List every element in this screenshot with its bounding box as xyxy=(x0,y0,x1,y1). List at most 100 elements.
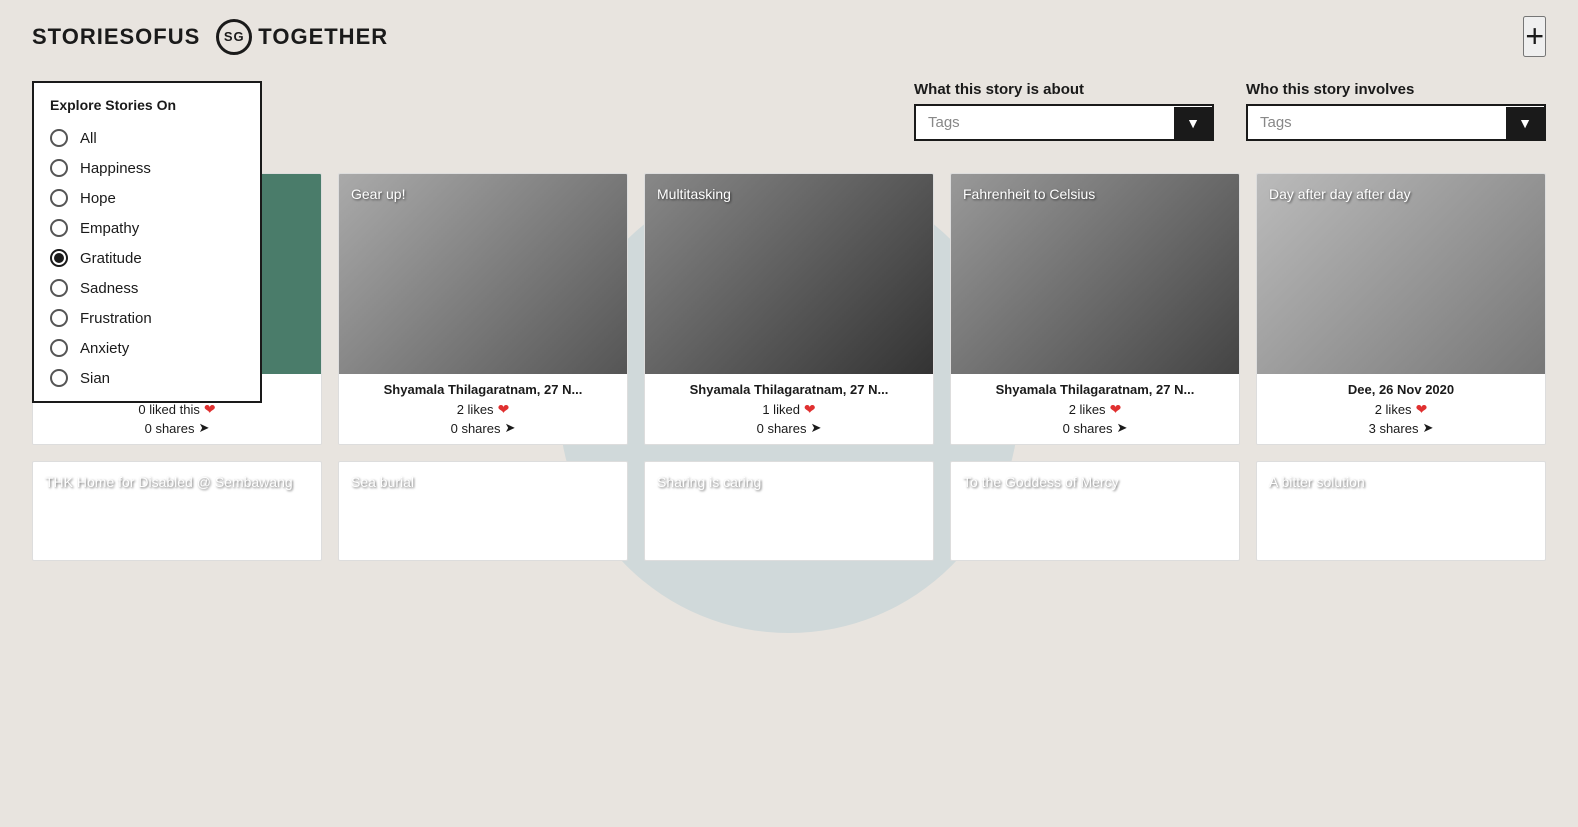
story-card-image-2: Multitasking xyxy=(645,174,933,374)
story-stats-0: 0 liked this ❤ 0 shares ➤ xyxy=(43,401,311,436)
dropdown-header: Explore Stories On xyxy=(34,91,260,123)
heart-icon-1: ❤ xyxy=(498,401,510,418)
shares-count-1: 0 shares xyxy=(451,421,501,436)
radio-label-sadness: Sadness xyxy=(80,280,138,297)
radio-circle-anxiety xyxy=(50,339,68,357)
filters-row: Explore Stories On Emotion ▲ Explore Sto… xyxy=(0,73,1578,157)
share-icon-1: ➤ xyxy=(504,420,515,436)
radio-circle-hope xyxy=(50,189,68,207)
story-card-image-4: Day after day after day xyxy=(1257,174,1545,374)
heart-icon-4: ❤ xyxy=(1416,401,1428,418)
heart-icon-0: ❤ xyxy=(204,401,216,418)
story-card-2[interactable]: Multitasking Shyamala Thilagaratnam, 27 N… xyxy=(644,173,934,445)
shares-count-4: 3 shares xyxy=(1369,421,1419,436)
dropdown-item-gratitude[interactable]: Gratitude xyxy=(34,243,260,273)
who-select-arrow-icon: ▼ xyxy=(1506,107,1544,139)
story-card-row2-0[interactable]: THK Home for Disabled @ Sembawang xyxy=(32,461,322,561)
story-author-2: Shyamala Thilagaratnam, 27 N... xyxy=(655,382,923,397)
story-card-info-1: Shyamala Thilagaratnam, 27 N... 2 likes ❤… xyxy=(339,374,627,444)
radio-circle-all xyxy=(50,129,68,147)
story-row2-label-1: Sea burial xyxy=(351,474,414,490)
share-icon-4: ➤ xyxy=(1422,420,1433,436)
dropdown-item-frustration[interactable]: Frustration xyxy=(34,303,260,333)
dropdown-item-happiness[interactable]: Happiness xyxy=(34,153,260,183)
story-card-row2-1[interactable]: Sea burial xyxy=(338,461,628,561)
story-shares-row-1: 0 shares ➤ xyxy=(451,420,516,436)
shares-count-3: 0 shares xyxy=(1063,421,1113,436)
likes-count-2: 1 liked xyxy=(762,402,800,417)
what-filter-group: What this story is about Tags ▼ xyxy=(914,81,1214,141)
dropdown-item-sadness[interactable]: Sadness xyxy=(34,273,260,303)
radio-circle-gratitude xyxy=(50,249,68,267)
dropdown-item-hope[interactable]: Hope xyxy=(34,183,260,213)
story-card-info-2: Shyamala Thilagaratnam, 27 N... 1 liked ❤… xyxy=(645,374,933,444)
story-shares-row-4: 3 shares ➤ xyxy=(1369,420,1434,436)
story-card-row2-3[interactable]: To the Goddess of Mercy xyxy=(950,461,1240,561)
story-card-row2-2[interactable]: Sharing is caring xyxy=(644,461,934,561)
story-likes-row-2: 1 liked ❤ xyxy=(762,401,815,418)
logo-sg-together: SG TOGETHER xyxy=(216,19,388,55)
stories-grid-row2: THK Home for Disabled @ Sembawang Sea bur… xyxy=(32,461,1546,561)
story-row2-label-0: THK Home for Disabled @ Sembawang xyxy=(45,474,293,490)
likes-count-0: 0 liked this xyxy=(138,402,199,417)
story-card-row2-4[interactable]: A bitter solution xyxy=(1256,461,1546,561)
what-label: What this story is about xyxy=(914,81,1214,98)
radio-label-anxiety: Anxiety xyxy=(80,340,129,357)
who-filter-group: Who this story involves Tags ▼ xyxy=(1246,81,1546,141)
dropdown-item-empathy[interactable]: Empathy xyxy=(34,213,260,243)
radio-circle-sian xyxy=(50,369,68,387)
right-filters: What this story is about Tags ▼ Who this… xyxy=(914,81,1546,141)
story-image-label-1: Gear up! xyxy=(351,186,405,202)
radio-label-frustration: Frustration xyxy=(80,310,152,327)
heart-icon-2: ❤ xyxy=(804,401,816,418)
story-row2-label-4: A bitter solution xyxy=(1269,474,1365,490)
story-row2-label-3: To the Goddess of Mercy xyxy=(963,474,1119,490)
story-stats-4: 2 likes ❤ 3 shares ➤ xyxy=(1267,401,1535,436)
story-image-label-3: Fahrenheit to Celsius xyxy=(963,186,1095,202)
shares-count-0: 0 shares xyxy=(145,421,195,436)
who-select-value: Tags xyxy=(1248,106,1506,139)
logo-stories: STORIESOFUS xyxy=(32,24,200,50)
story-shares-row-3: 0 shares ➤ xyxy=(1063,420,1128,436)
heart-icon-3: ❤ xyxy=(1110,401,1122,418)
dropdown-item-all[interactable]: All xyxy=(34,123,260,153)
radio-label-happiness: Happiness xyxy=(80,160,151,177)
add-button[interactable]: + xyxy=(1523,16,1546,57)
share-icon-0: ➤ xyxy=(198,420,209,436)
what-select-arrow-icon: ▼ xyxy=(1174,107,1212,139)
what-select[interactable]: Tags ▼ xyxy=(914,104,1214,141)
share-icon-2: ➤ xyxy=(810,420,821,436)
radio-label-gratitude: Gratitude xyxy=(80,250,142,267)
radio-circle-frustration xyxy=(50,309,68,327)
who-label: Who this story involves xyxy=(1246,81,1546,98)
radio-label-hope: Hope xyxy=(80,190,116,207)
who-select[interactable]: Tags ▼ xyxy=(1246,104,1546,141)
story-card-3[interactable]: Fahrenheit to Celsius Shyamala Thilagarat… xyxy=(950,173,1240,445)
story-stats-3: 2 likes ❤0 shares ➤ xyxy=(961,401,1229,436)
radio-circle-happiness xyxy=(50,159,68,177)
story-card-1[interactable]: Gear up! Shyamala Thilagaratnam, 27 N... 2… xyxy=(338,173,628,445)
logo-group: STORIESOFUS SG TOGETHER xyxy=(32,19,388,55)
story-shares-row-2: 0 shares ➤ xyxy=(757,420,822,436)
story-likes-row-4: 2 likes ❤ xyxy=(1375,401,1428,418)
radio-circle-sadness xyxy=(50,279,68,297)
dropdown-item-anxiety[interactable]: Anxiety xyxy=(34,333,260,363)
story-likes-row-0: 0 liked this ❤ xyxy=(138,401,215,418)
story-image-label-4: Day after day after day xyxy=(1269,186,1411,202)
dropdown-item-sian[interactable]: Sian xyxy=(34,363,260,393)
story-author-1: Shyamala Thilagaratnam, 27 N... xyxy=(349,382,617,397)
story-image-label-2: Multitasking xyxy=(657,186,731,202)
story-card-4[interactable]: Day after day after day Dee, 26 Nov 2020 2… xyxy=(1256,173,1546,445)
sg-circle-icon: SG xyxy=(216,19,252,55)
story-card-image-3: Fahrenheit to Celsius xyxy=(951,174,1239,374)
radio-label-sian: Sian xyxy=(80,370,110,387)
radio-circle-empathy xyxy=(50,219,68,237)
header: STORIESOFUS SG TOGETHER + xyxy=(0,0,1578,73)
radio-label-empathy: Empathy xyxy=(80,220,139,237)
likes-count-1: 2 likes xyxy=(457,402,494,417)
story-shares-row-0: 0 shares ➤ xyxy=(145,420,210,436)
story-stats-1: 2 likes ❤ 0 shares ➤ xyxy=(349,401,617,436)
radio-label-all: All xyxy=(80,130,97,147)
story-card-info-3: Shyamala Thilagaratnam, 27 N...2 likes ❤… xyxy=(951,374,1239,444)
story-author-4: Dee, 26 Nov 2020 xyxy=(1267,382,1535,397)
